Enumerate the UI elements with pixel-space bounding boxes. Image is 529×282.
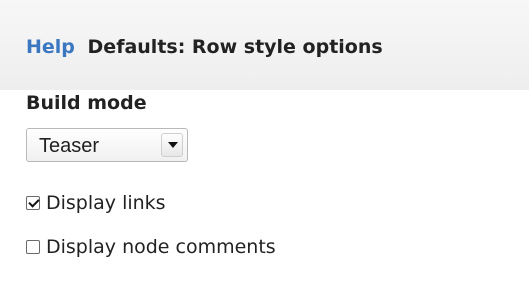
display-node-comments-option[interactable]: Display node comments (26, 236, 276, 258)
display-links-label: Display links (46, 192, 166, 214)
title-row: Help Defaults: Row style options (26, 36, 383, 58)
panel-header: Help Defaults: Row style options (0, 0, 529, 90)
display-links-checkbox[interactable] (26, 196, 40, 210)
display-links-option[interactable]: Display links (26, 192, 166, 214)
help-link[interactable]: Help (26, 36, 75, 58)
display-node-comments-label: Display node comments (46, 236, 276, 258)
display-node-comments-checkbox[interactable] (26, 240, 40, 254)
page-title: Defaults: Row style options (87, 36, 383, 58)
chevron-down-icon[interactable] (161, 133, 183, 157)
build-mode-selected-value: Teaser (39, 135, 100, 157)
build-mode-label: Build mode (26, 92, 147, 114)
build-mode-select[interactable]: Teaser (26, 128, 188, 162)
